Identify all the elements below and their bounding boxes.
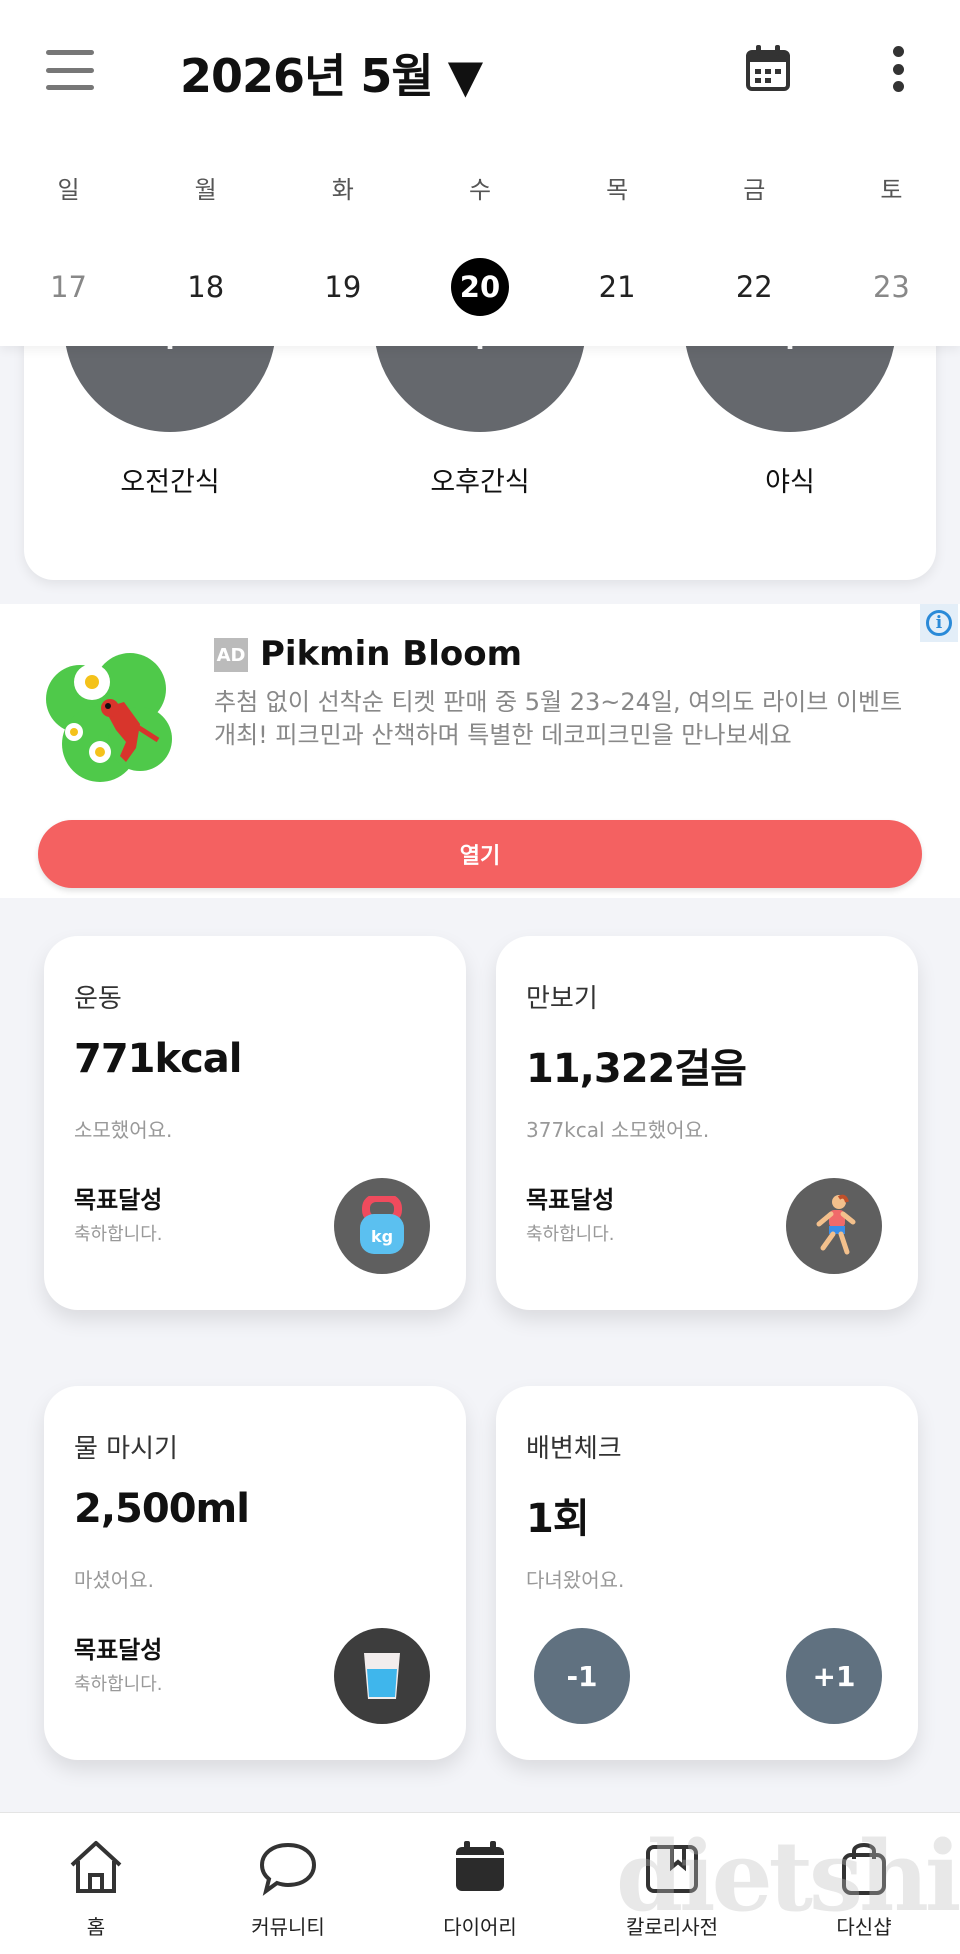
card-title: 만보기 <box>526 984 598 1014</box>
month-selector[interactable]: 2026년 5월 ▼ <box>180 40 483 106</box>
nav-label: 다이어리 <box>443 1915 517 1939</box>
svg-text:kg: kg <box>371 1227 393 1246</box>
pikmin-bloom-logo <box>46 653 172 782</box>
chat-icon <box>259 1842 317 1896</box>
runner-icon <box>786 1178 882 1274</box>
day-name: 월 <box>194 176 217 204</box>
card-value: 1회 <box>526 1496 590 1542</box>
card-value: 11,322걸음 <box>526 1046 747 1092</box>
nav-community[interactable]: 커뮤니티 <box>192 1813 384 1954</box>
decrement-button[interactable]: -1 <box>534 1628 630 1724</box>
goal-status: 목표달성 <box>526 1186 615 1214</box>
nav-diary[interactable]: 다이어리 <box>384 1813 576 1954</box>
goal-message: 축하합니다. <box>526 1224 615 1245</box>
snack-label: 오후간식 <box>430 467 530 498</box>
card-title: 배변체크 <box>526 1434 622 1464</box>
goal-message: 축하합니다. <box>74 1224 163 1245</box>
ad-open-button[interactable]: 열기 <box>38 820 922 888</box>
day-monday[interactable]: 월 18 <box>137 170 274 316</box>
calendar-icon[interactable] <box>745 44 791 92</box>
nav-label: 커뮤니티 <box>251 1915 325 1939</box>
watermark: dietshin <box>616 1820 960 1933</box>
day-date[interactable]: 22 <box>725 258 783 316</box>
goal-status: 목표달성 <box>74 1636 163 1664</box>
app-header: 2026년 5월 ▼ 일 17 월 18 화 19 수 20 목 21 금 22… <box>0 0 960 346</box>
snack-label: 야식 <box>765 467 815 498</box>
day-thursday[interactable]: 목 21 <box>549 170 686 316</box>
day-name: 금 <box>743 176 766 204</box>
card-title: 운동 <box>74 984 122 1014</box>
day-name: 목 <box>606 176 629 204</box>
day-wednesday[interactable]: 수 20 <box>411 170 548 316</box>
kettlebell-icon: kg <box>334 1178 430 1274</box>
water-glass-icon <box>334 1628 430 1724</box>
ad-banner[interactable]: i AD Pikmin Bloom 추첨 없이 선착순 티켓 판매 중 5월 2… <box>0 604 960 898</box>
ad-description: 추첨 없이 선착순 티켓 판매 중 5월 23~24일, 여의도 라이브 이벤트… <box>214 688 903 749</box>
day-friday[interactable]: 금 22 <box>686 170 823 316</box>
home-icon <box>70 1841 122 1893</box>
more-options-icon[interactable] <box>886 46 910 92</box>
snack-label: 오전간식 <box>120 467 220 498</box>
water-card[interactable]: 물 마시기 2,500ml 마셨어요. 목표달성 축하합니다. <box>44 1386 466 1760</box>
day-name: 수 <box>468 176 492 204</box>
day-date[interactable]: 19 <box>314 258 372 316</box>
day-name: 일 <box>57 176 80 204</box>
day-date[interactable]: 21 <box>588 258 646 316</box>
card-subtext: 소모했어요. <box>74 1118 173 1142</box>
pedometer-card[interactable]: 만보기 11,322걸음 377kcal 소모했어요. 목표달성 축하합니다. <box>496 936 918 1310</box>
card-subtext: 377kcal 소모했어요. <box>526 1118 710 1142</box>
bowel-check-card[interactable]: 배변체크 1회 다녀왔어요. -1 +1 <box>496 1386 918 1760</box>
diary-icon <box>456 1841 504 1891</box>
day-name: 화 <box>331 176 354 204</box>
info-icon[interactable]: i <box>920 604 958 642</box>
day-sunday[interactable]: 일 17 <box>0 170 137 316</box>
goal-message: 축하합니다. <box>74 1674 163 1695</box>
card-value: 771kcal <box>74 1036 243 1082</box>
nav-home[interactable]: 홈 <box>0 1813 192 1954</box>
card-subtext: 다녀왔어요. <box>526 1568 625 1592</box>
day-name: 토 <box>880 176 903 204</box>
goal-status: 목표달성 <box>74 1186 163 1214</box>
week-strip: 일 17 월 18 화 19 수 20 목 21 금 22 토 23 <box>0 170 960 316</box>
nav-label: 홈 <box>86 1915 106 1939</box>
card-subtext: 마셨어요. <box>74 1568 154 1592</box>
ad-title[interactable]: Pikmin Bloom <box>260 634 522 674</box>
ad-badge: AD <box>214 638 248 672</box>
card-title: 물 마시기 <box>74 1434 178 1464</box>
day-date-selected[interactable]: 20 <box>450 258 509 316</box>
day-date[interactable]: 17 <box>40 258 98 316</box>
day-date[interactable]: 23 <box>862 258 920 316</box>
day-date[interactable]: 18 <box>177 258 235 316</box>
card-value: 2,500ml <box>74 1486 250 1532</box>
day-saturday[interactable]: 토 23 <box>823 170 960 316</box>
menu-icon[interactable] <box>46 50 94 90</box>
increment-button[interactable]: +1 <box>786 1628 882 1724</box>
exercise-card[interactable]: 운동 771kcal 소모했어요. 목표달성 축하합니다. kg <box>44 936 466 1310</box>
day-tuesday[interactable]: 화 19 <box>274 170 411 316</box>
